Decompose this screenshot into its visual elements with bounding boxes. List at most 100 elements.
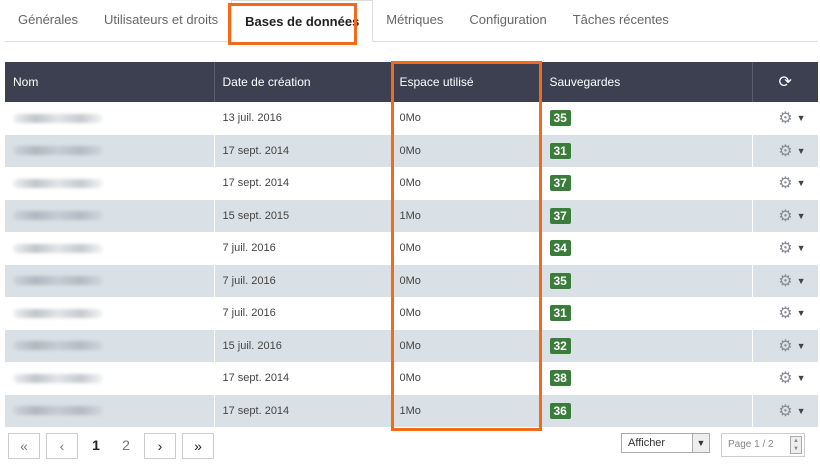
gear-icon[interactable]: ⚙ bbox=[778, 143, 792, 160]
table-row[interactable]: 17 sept. 2014 0Mo 38 ⚙ ▼ bbox=[5, 362, 819, 395]
created-cell: 7 juil. 2016 bbox=[214, 264, 392, 297]
backups-cell: 37 bbox=[541, 167, 753, 200]
space-cell: 0Mo bbox=[391, 329, 542, 362]
redacted-name bbox=[13, 276, 103, 286]
db-name-cell[interactable] bbox=[5, 329, 215, 362]
space-cell: 0Mo bbox=[391, 232, 542, 265]
row-actions[interactable]: ⚙ ▼ bbox=[752, 102, 819, 135]
db-name-cell[interactable] bbox=[5, 167, 215, 200]
row-actions[interactable]: ⚙ ▼ bbox=[752, 264, 819, 297]
col-header-name[interactable]: Nom bbox=[5, 62, 215, 102]
col-header-space[interactable]: Espace utilisé bbox=[391, 62, 542, 102]
last-page-button[interactable]: » bbox=[182, 433, 214, 459]
caret-down-icon[interactable]: ▼ bbox=[797, 341, 806, 351]
first-page-button[interactable]: « bbox=[8, 433, 40, 459]
gear-icon[interactable]: ⚙ bbox=[778, 240, 792, 257]
row-actions[interactable]: ⚙ ▼ bbox=[752, 167, 819, 200]
db-name-cell[interactable] bbox=[5, 264, 215, 297]
caret-down-icon[interactable]: ▼ bbox=[797, 406, 806, 416]
page-size-select[interactable]: Afficher ▼ bbox=[621, 433, 710, 453]
gear-icon[interactable]: ⚙ bbox=[778, 110, 792, 127]
spinner-icon[interactable]: ▲ ▼ bbox=[790, 436, 802, 454]
redacted-name bbox=[13, 308, 103, 318]
backups-badge: 35 bbox=[549, 110, 571, 127]
gear-icon[interactable]: ⚙ bbox=[778, 305, 792, 322]
gear-icon[interactable]: ⚙ bbox=[778, 208, 792, 225]
backups-badge: 38 bbox=[549, 370, 571, 387]
tab-users-rights[interactable]: Utilisateurs et droits bbox=[91, 0, 231, 41]
refresh-icon: ⟳ bbox=[778, 74, 792, 91]
redacted-name bbox=[13, 341, 103, 351]
table-row[interactable]: 15 juil. 2016 0Mo 32 ⚙ ▼ bbox=[5, 329, 819, 362]
tab-metrics[interactable]: Métriques bbox=[373, 0, 456, 41]
page-1-button[interactable]: 1 bbox=[84, 433, 108, 459]
backups-badge: 34 bbox=[549, 240, 571, 257]
tab-recent-tasks[interactable]: Tâches récentes bbox=[560, 0, 682, 41]
caret-down-icon[interactable]: ▼ bbox=[797, 178, 806, 188]
row-actions[interactable]: ⚙ ▼ bbox=[752, 199, 819, 232]
table-row[interactable]: 17 sept. 2014 1Mo 36 ⚙ ▼ bbox=[5, 394, 819, 427]
page-2-button[interactable]: 2 bbox=[114, 433, 138, 459]
caret-down-icon[interactable]: ▼ bbox=[797, 113, 806, 123]
table-row[interactable]: 15 sept. 2015 1Mo 37 ⚙ ▼ bbox=[5, 199, 819, 232]
db-name-cell[interactable] bbox=[5, 394, 215, 427]
table-row[interactable]: 7 juil. 2016 0Mo 34 ⚙ ▼ bbox=[5, 232, 819, 265]
db-name-cell[interactable] bbox=[5, 297, 215, 330]
db-name-cell[interactable] bbox=[5, 362, 215, 395]
db-name-cell[interactable] bbox=[5, 232, 215, 265]
gear-icon[interactable]: ⚙ bbox=[778, 338, 792, 355]
backups-badge: 31 bbox=[549, 142, 571, 159]
row-actions[interactable]: ⚙ ▼ bbox=[752, 232, 819, 265]
caret-down-icon[interactable]: ▼ bbox=[797, 243, 806, 253]
caret-down-icon[interactable]: ▼ bbox=[797, 146, 806, 156]
created-cell: 15 juil. 2016 bbox=[214, 329, 392, 362]
row-actions[interactable]: ⚙ ▼ bbox=[752, 362, 819, 395]
table-row[interactable]: 17 sept. 2014 0Mo 37 ⚙ ▼ bbox=[5, 167, 819, 200]
table-row[interactable]: 7 juil. 2016 0Mo 35 ⚙ ▼ bbox=[5, 264, 819, 297]
backups-cell: 31 bbox=[541, 297, 753, 330]
created-cell: 17 sept. 2014 bbox=[214, 394, 392, 427]
table-row[interactable]: 13 juil. 2016 0Mo 35 ⚙ ▼ bbox=[5, 102, 819, 135]
redacted-name bbox=[13, 373, 103, 383]
created-cell: 7 juil. 2016 bbox=[214, 232, 392, 265]
redacted-name bbox=[13, 113, 103, 123]
redacted-name bbox=[13, 178, 103, 188]
gear-icon[interactable]: ⚙ bbox=[778, 273, 792, 290]
caret-down-icon[interactable]: ▼ bbox=[797, 373, 806, 383]
caret-down-icon[interactable]: ▼ bbox=[797, 308, 806, 318]
backups-badge: 37 bbox=[549, 207, 571, 224]
created-cell: 17 sept. 2014 bbox=[214, 167, 392, 200]
prev-page-button[interactable]: ‹ bbox=[46, 433, 78, 459]
table-row[interactable]: 17 sept. 2014 0Mo 31 ⚙ ▼ bbox=[5, 134, 819, 167]
db-name-cell[interactable] bbox=[5, 102, 215, 135]
tab-databases[interactable]: Bases de données bbox=[231, 0, 374, 42]
created-cell: 7 juil. 2016 bbox=[214, 297, 392, 330]
redacted-name bbox=[13, 211, 103, 221]
gear-icon[interactable]: ⚙ bbox=[778, 175, 792, 192]
col-header-backups[interactable]: Sauvegardes bbox=[541, 62, 753, 102]
db-name-cell[interactable] bbox=[5, 199, 215, 232]
space-cell: 1Mo bbox=[391, 199, 542, 232]
backups-badge: 32 bbox=[549, 337, 571, 354]
backups-cell: 36 bbox=[541, 394, 753, 427]
col-header-created[interactable]: Date de création bbox=[214, 62, 392, 102]
table-row[interactable]: 7 juil. 2016 0Mo 31 ⚙ ▼ bbox=[5, 297, 819, 330]
caret-down-icon[interactable]: ▼ bbox=[797, 211, 806, 221]
next-page-button[interactable]: › bbox=[144, 433, 176, 459]
backups-cell: 34 bbox=[541, 232, 753, 265]
gear-icon[interactable]: ⚙ bbox=[778, 370, 792, 387]
backups-badge: 31 bbox=[549, 305, 571, 322]
gear-icon[interactable]: ⚙ bbox=[778, 403, 792, 420]
db-name-cell[interactable] bbox=[5, 134, 215, 167]
space-cell: 0Mo bbox=[391, 134, 542, 167]
row-actions[interactable]: ⚙ ▼ bbox=[752, 394, 819, 427]
caret-down-icon[interactable]: ▼ bbox=[797, 276, 806, 286]
refresh-button[interactable]: ⟳ bbox=[752, 62, 818, 102]
row-actions[interactable]: ⚙ ▼ bbox=[752, 134, 819, 167]
tab-configuration[interactable]: Configuration bbox=[456, 0, 559, 41]
page-number-input[interactable]: Page 1 / 2 ▲ ▼ bbox=[721, 433, 805, 457]
tab-generales[interactable]: Générales bbox=[5, 0, 91, 41]
row-actions[interactable]: ⚙ ▼ bbox=[752, 329, 819, 362]
space-cell: 0Mo bbox=[391, 362, 542, 395]
row-actions[interactable]: ⚙ ▼ bbox=[752, 297, 819, 330]
